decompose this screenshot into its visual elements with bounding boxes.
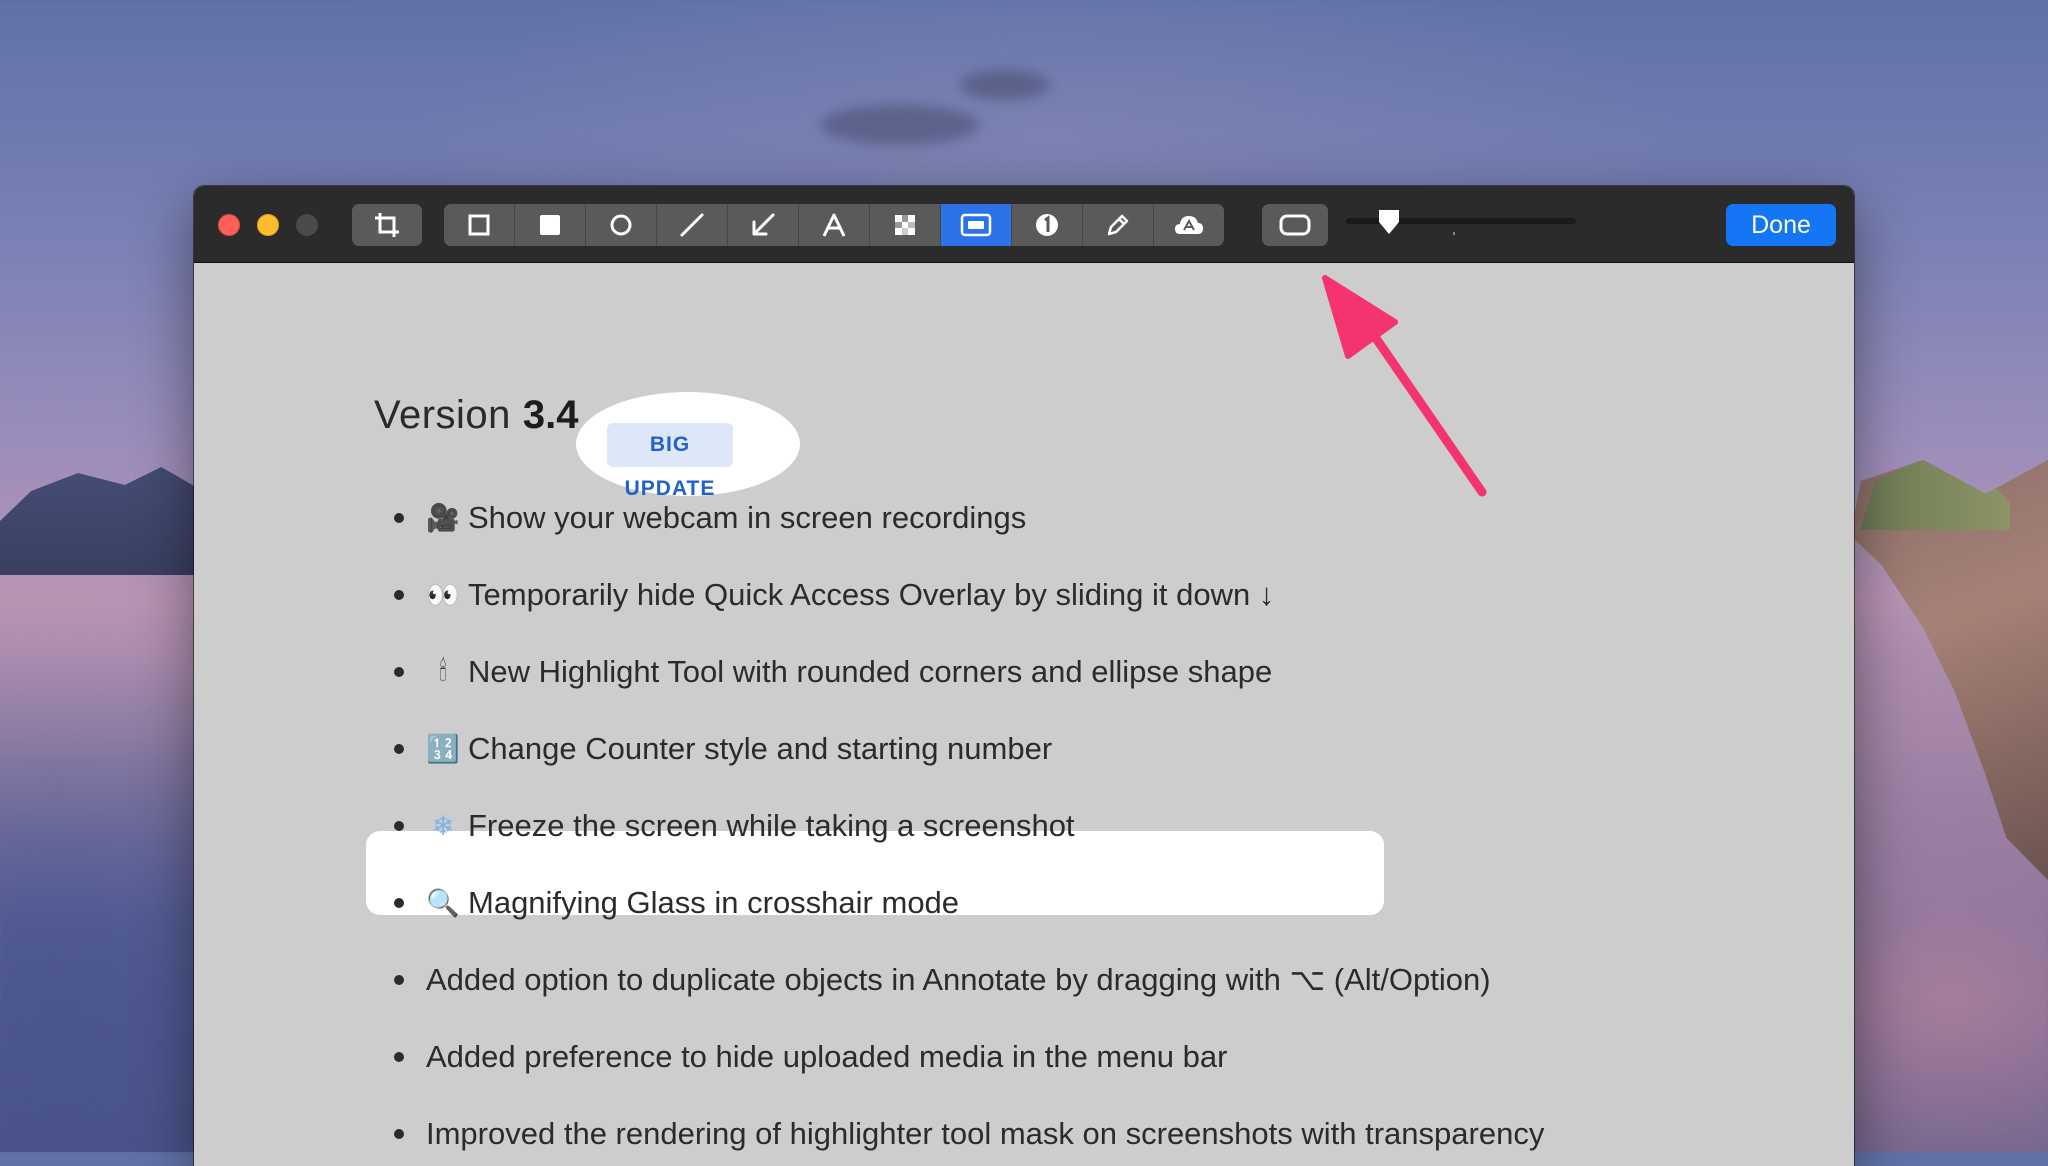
cloud (820, 105, 980, 145)
annotate-window: Done Version 3.4 BIG UPDATE 🎥 Show your w… (194, 186, 1854, 1166)
bullet (394, 744, 404, 754)
list-item: Added option to duplicate objects in Ann… (394, 950, 1491, 1010)
list-item: ❄ Freeze the screen while taking a screen… (394, 796, 1075, 856)
arrow-icon (752, 213, 775, 236)
feature-text: Magnifying Glass in crosshair mode (468, 885, 960, 920)
text-tool[interactable] (799, 204, 870, 246)
pixelate-tool[interactable] (870, 204, 941, 246)
webcam-emoji: 🎥 (426, 503, 460, 534)
snowflake-emoji: ❄ (431, 810, 455, 842)
content-area: Version 3.4 BIG UPDATE 🎥 Show your webcam… (194, 263, 1854, 1166)
pixelate-icon (895, 215, 915, 235)
rectangle-outline-icon (468, 214, 490, 236)
magnifier-emoji: 🔍 (426, 888, 460, 919)
rectangle-outline-tool[interactable] (444, 204, 515, 246)
feature-text: Change Counter style and starting number (468, 731, 1053, 766)
list-item: 👀 Temporarily hide Quick Access Overlay b… (394, 565, 1274, 625)
highlight-icon (960, 213, 992, 237)
counter-icon (1036, 214, 1058, 236)
highlight-shape-button[interactable] (1262, 204, 1328, 246)
line-icon (680, 213, 704, 237)
crop-icon (375, 213, 399, 237)
bullet (394, 898, 404, 908)
crop-button[interactable] (352, 204, 422, 246)
bullet (394, 1052, 404, 1062)
cloud (960, 70, 1050, 100)
annotation-tools (444, 204, 1224, 246)
close-button[interactable] (218, 214, 240, 236)
numbers-emoji: 🔢 (426, 734, 460, 765)
feature-text: Show your webcam in screen recordings (468, 500, 1027, 535)
cloud-icon (1175, 216, 1203, 234)
version-number: 3.4 (522, 392, 579, 437)
slider-thumb[interactable] (1376, 208, 1402, 236)
arrow-tool[interactable] (728, 204, 799, 246)
version-heading: Version 3.4 (374, 385, 579, 445)
bullet (394, 513, 404, 523)
pencil-tool[interactable] (1083, 204, 1154, 246)
candle-emoji: 🕯 (439, 656, 447, 687)
minimize-button[interactable] (257, 214, 279, 236)
list-item: 🔢 Change Counter style and starting numbe… (394, 719, 1052, 779)
bullet (394, 590, 404, 600)
rounded-rectangle-icon (1279, 214, 1311, 236)
list-item: 🕯 New Highlight Tool with rounded corners… (394, 642, 1272, 702)
slider-tick (1453, 232, 1455, 235)
version-label: Version (374, 392, 511, 437)
highlight-tool[interactable] (941, 204, 1012, 246)
bullet (394, 667, 404, 677)
toolbar: Done (194, 186, 1854, 263)
rectangle-filled-tool[interactable] (515, 204, 586, 246)
feature-text: Freeze the screen while taking a screens… (468, 808, 1075, 843)
rectangle-filled-icon (540, 215, 560, 235)
list-item: 🔍 Magnifying Glass in crosshair mode (394, 873, 959, 933)
feature-text: New Highlight Tool with rounded corners … (468, 654, 1273, 689)
line-tool[interactable] (657, 204, 728, 246)
bullet (394, 1129, 404, 1139)
big-update-badge: BIG UPDATE (607, 423, 733, 500)
list-item: Added preference to hide uploaded media … (394, 1027, 1227, 1087)
bullet (394, 821, 404, 831)
list-item: 🎥 Show your webcam in screen recordings (394, 488, 1026, 548)
feature-text: Added preference to hide uploaded media … (426, 1039, 1228, 1074)
cloud-tool[interactable] (1154, 204, 1224, 246)
done-button[interactable]: Done (1726, 204, 1836, 246)
counter-tool[interactable] (1012, 204, 1083, 246)
eyes-emoji: 👀 (426, 580, 460, 611)
pencil-icon (1107, 214, 1129, 236)
feature-text: Temporarily hide Quick Access Overlay by… (468, 577, 1275, 612)
feature-text: Improved the rendering of highlighter to… (426, 1116, 1545, 1151)
list-item: Improved the rendering of highlighter to… (394, 1104, 1544, 1164)
ellipse-tool[interactable] (586, 204, 657, 246)
text-icon (822, 213, 846, 237)
zoom-button[interactable] (296, 214, 318, 236)
bullet (394, 975, 404, 985)
landscape-cliff (1850, 460, 2048, 880)
ellipse-icon (610, 214, 632, 236)
feature-text: Added option to duplicate objects in Ann… (426, 962, 1491, 997)
annotation-arrow (1322, 275, 1487, 497)
